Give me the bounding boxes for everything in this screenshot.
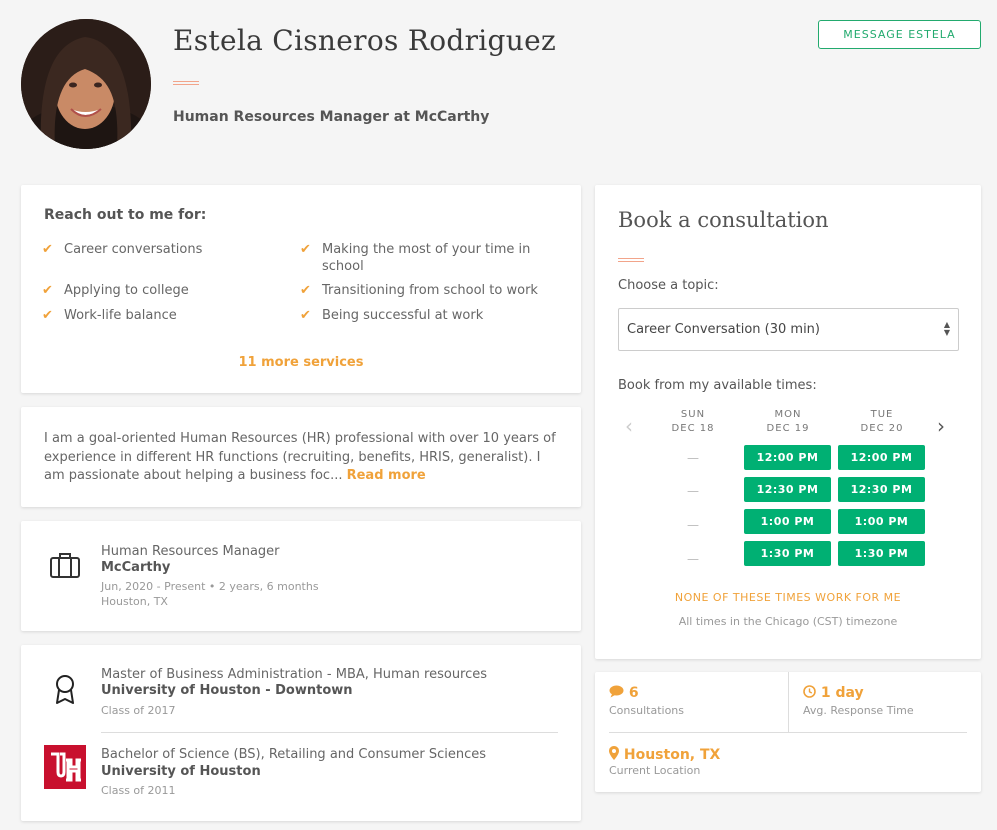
experience-title: Human Resources Manager [101,544,280,559]
day-column-header: MON DEC 19 [744,409,832,434]
booking-accent-divider [618,258,644,262]
time-slot-button[interactable]: 12:00 PM [744,445,831,470]
education-degree: Master of Business Administration - MBA,… [101,667,488,682]
about-body: I am a goal-oriented Human Resources (HR… [44,431,556,483]
day-name: TUE [870,409,894,420]
services-card: Reach out to me for: ✔ Career conversati… [21,185,581,393]
experience-dates: Jun, 2020 - Present • 2 years, 6 months [101,580,319,593]
no-slot-dash: — [687,484,699,498]
day-date: DEC 19 [766,423,810,434]
about-text: I am a goal-oriented Human Resources (HR… [44,430,559,486]
check-icon: ✔ [300,242,311,257]
check-icon: ✔ [300,308,311,323]
check-icon: ✔ [42,242,53,257]
no-slot-dash: — [687,552,699,566]
experience-card: Human Resources Manager McCarthy Jun, 20… [21,521,581,631]
available-times-label: Book from my available times: [618,378,817,393]
education-divider [101,732,558,733]
message-button[interactable]: MESSAGE ESTELA [818,20,981,49]
check-icon: ✔ [42,308,53,323]
time-slot-button[interactable]: 1:30 PM [744,541,831,566]
day-column-header: TUE DEC 20 [838,409,926,434]
read-more-link[interactable]: Read more [347,468,426,483]
check-icon: ✔ [300,283,311,298]
time-slot-button[interactable]: 1:00 PM [744,509,831,534]
day-name: MON [774,409,802,420]
time-slot-button[interactable]: 12:00 PM [838,445,925,470]
chevron-left-icon[interactable]: ‹ [625,414,633,438]
location-value: Houston, TX [623,747,721,763]
profile-name: Estela Cisneros Rodriguez [173,24,557,57]
topic-select-value: Career Conversation (30 min) [627,322,820,337]
briefcase-icon [50,553,80,578]
day-column-header: SUN DEC 18 [649,409,737,434]
clock-icon [803,685,821,701]
about-card: I am a goal-oriented Human Resources (HR… [21,407,581,507]
award-ribbon-icon [56,675,74,704]
none-of-these-times-link[interactable]: NONE OF THESE TIMES WORK FOR ME [595,591,981,604]
day-date: DEC 20 [860,423,904,434]
map-pin-icon [609,746,624,763]
university-of-houston-logo-icon [44,745,86,789]
education-class-year: Class of 2017 [101,704,176,717]
profile-headline: Human Resources Manager at McCarthy [173,109,490,125]
response-time-stat: 1 day [803,685,864,701]
response-time-value: 1 day [820,685,864,701]
stats-vertical-divider [788,672,789,732]
experience-location: Houston, TX [101,595,168,608]
more-services-link[interactable]: 11 more services [21,355,581,370]
time-slot-button[interactable]: 12:30 PM [838,477,925,502]
header-accent-divider [173,81,199,85]
time-slot-button[interactable]: 12:30 PM [744,477,831,502]
speech-bubble-icon [609,685,629,701]
choose-topic-label: Choose a topic: [618,278,719,293]
location-label: Current Location [609,764,701,777]
education-school: University of Houston - Downtown [101,683,353,698]
consultations-stat: 6 [609,685,639,701]
education-school: University of Houston [101,764,261,779]
consultations-value: 6 [628,685,639,701]
profile-avatar [21,19,151,149]
chevron-right-icon[interactable]: › [937,414,945,438]
time-slot-button[interactable]: 1:30 PM [838,541,925,566]
no-slot-dash: — [687,451,699,465]
booking-title: Book a consultation [618,208,829,232]
topic-select[interactable]: Career Conversation (30 min) ▲ ▼ [618,308,959,351]
response-time-label: Avg. Response Time [803,704,914,717]
check-icon: ✔ [42,283,53,298]
education-degree: Bachelor of Science (BS), Retailing and … [101,747,486,762]
education-card: Master of Business Administration - MBA,… [21,645,581,821]
stats-card: 6 Consultations 1 day Avg. Response Time… [595,672,981,792]
stats-horizontal-divider [609,732,967,733]
consultations-label: Consultations [609,704,684,717]
services-title: Reach out to me for: [44,207,207,223]
booking-card: Book a consultation Choose a topic: Care… [595,185,981,659]
experience-company: McCarthy [101,560,171,575]
select-sort-arrows-icon: ▲ ▼ [943,320,950,337]
timezone-note: All times in the Chicago (CST) timezone [678,615,898,628]
location-stat: Houston, TX [609,746,720,763]
education-class-year: Class of 2011 [101,784,176,797]
day-date: DEC 18 [671,423,715,434]
time-slot-button[interactable]: 1:00 PM [838,509,925,534]
no-slot-dash: — [687,518,699,532]
day-name: SUN [680,409,706,420]
